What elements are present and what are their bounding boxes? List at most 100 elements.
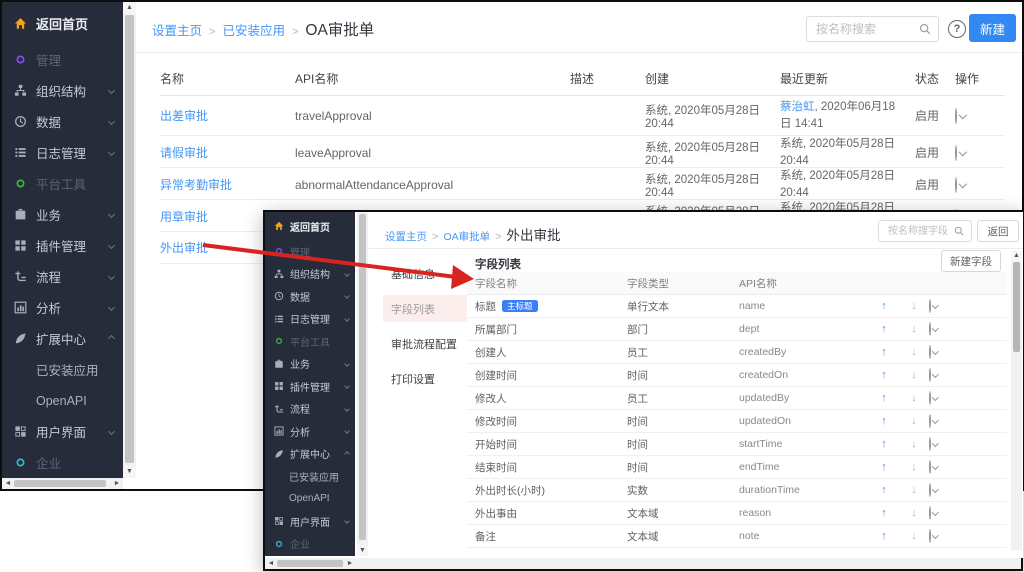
- move-down-icon[interactable]: ↓: [899, 323, 929, 335]
- scrollbar-thumb[interactable]: [14, 480, 106, 487]
- sidebar-subitem[interactable]: 已安装应用: [265, 465, 355, 488]
- move-down-icon[interactable]: ↓: [899, 530, 929, 542]
- sidebar-item-plugin-grid[interactable]: 插件管理: [265, 375, 355, 398]
- fields-vertical-scrollbar[interactable]: ▲: [1011, 250, 1022, 550]
- sidebar-item-chart[interactable]: 分析: [265, 420, 355, 443]
- more-actions-icon[interactable]: [929, 483, 931, 497]
- breadcrumb-link[interactable]: 设置主页: [385, 229, 427, 244]
- sidebar-item-flow[interactable]: 流程: [2, 261, 123, 292]
- move-up-icon[interactable]: ↑: [869, 346, 899, 358]
- more-actions-icon[interactable]: [955, 177, 957, 193]
- scroll-down-arrow-icon[interactable]: ▼: [357, 545, 368, 556]
- help-icon[interactable]: ?: [948, 20, 966, 38]
- move-up-icon[interactable]: ↑: [869, 438, 899, 450]
- move-down-icon[interactable]: ↓: [899, 300, 929, 312]
- sidebar-item-ui-grid[interactable]: 用户界面: [265, 510, 355, 533]
- move-down-icon[interactable]: ↓: [899, 346, 929, 358]
- move-down-icon[interactable]: ↓: [899, 392, 929, 404]
- scroll-up-arrow-icon[interactable]: ▲: [1011, 250, 1022, 261]
- sidebar-item-log-list[interactable]: 日志管理: [2, 137, 123, 168]
- move-up-icon[interactable]: ↑: [869, 392, 899, 404]
- sidebar-item-extension[interactable]: 扩展中心: [2, 323, 123, 354]
- sidebar-item-ring-purple[interactable]: 管理: [2, 44, 123, 75]
- sidebar-home-link[interactable]: 返回首页: [2, 2, 123, 44]
- sidebar-item-ui-grid[interactable]: 用户界面: [2, 416, 123, 447]
- more-actions-icon[interactable]: [929, 460, 931, 474]
- more-actions-icon[interactable]: [929, 437, 931, 451]
- menu-item-approval-flow-config[interactable]: 审批流程配置: [383, 330, 467, 357]
- move-up-icon[interactable]: ↑: [869, 530, 899, 542]
- form-name-link[interactable]: 出差审批: [160, 107, 295, 124]
- sidebar-item-org-tree[interactable]: 组织结构: [265, 263, 355, 286]
- scrollbar-thumb[interactable]: [277, 560, 343, 567]
- scroll-left-arrow-icon[interactable]: ◄: [2, 478, 14, 489]
- form-name-link[interactable]: 请假审批: [160, 144, 295, 161]
- scroll-down-arrow-icon[interactable]: ▼: [123, 466, 136, 478]
- sidebar-item-briefcase[interactable]: 业务: [2, 199, 123, 230]
- move-down-icon[interactable]: ↓: [899, 484, 929, 496]
- field-search-input[interactable]: [886, 225, 954, 238]
- move-down-icon[interactable]: ↓: [899, 461, 929, 473]
- sidebar-item-ring-green[interactable]: 平台工具: [265, 330, 355, 353]
- sidebar-item-ring-purple[interactable]: 管理: [265, 240, 355, 263]
- more-actions-icon[interactable]: [929, 391, 931, 405]
- sidebar-item-ring-teal[interactable]: 企业: [265, 533, 355, 556]
- more-actions-icon[interactable]: [929, 345, 931, 359]
- scroll-right-arrow-icon[interactable]: ►: [111, 478, 123, 489]
- sidebar-subitem[interactable]: 已安装应用: [2, 354, 123, 385]
- new-field-button[interactable]: 新建字段: [941, 250, 1001, 272]
- move-up-icon[interactable]: ↑: [869, 300, 899, 312]
- scroll-left-arrow-icon[interactable]: ◄: [265, 558, 277, 569]
- sidebar-item-clock[interactable]: 数据: [2, 106, 123, 137]
- sidebar-item-ring-teal[interactable]: 企业: [2, 447, 123, 478]
- scroll-up-arrow-icon[interactable]: ▲: [123, 2, 136, 14]
- move-up-icon[interactable]: ↑: [869, 323, 899, 335]
- scrollbar-thumb[interactable]: [1013, 262, 1020, 352]
- move-up-icon[interactable]: ↑: [869, 507, 899, 519]
- sidebar-item-flow[interactable]: 流程: [265, 398, 355, 421]
- updater-link[interactable]: 蔡治虹: [780, 101, 815, 113]
- move-up-icon[interactable]: ↑: [869, 461, 899, 473]
- move-up-icon[interactable]: ↑: [869, 369, 899, 381]
- more-actions-icon[interactable]: [929, 368, 931, 382]
- move-down-icon[interactable]: ↓: [899, 438, 929, 450]
- more-actions-icon[interactable]: [955, 108, 957, 124]
- menu-item-field-list[interactable]: 字段列表: [383, 295, 467, 322]
- sidebar-item-clock[interactable]: 数据: [265, 285, 355, 308]
- move-down-icon[interactable]: ↓: [899, 507, 929, 519]
- more-actions-icon[interactable]: [929, 529, 931, 543]
- sidebar-item-extension[interactable]: 扩展中心: [265, 443, 355, 466]
- move-up-icon[interactable]: ↑: [869, 415, 899, 427]
- scrollbar-thumb[interactable]: [125, 15, 134, 463]
- more-actions-icon[interactable]: [929, 299, 931, 313]
- breadcrumb-link[interactable]: 已安装应用: [222, 20, 285, 39]
- more-actions-icon[interactable]: [929, 322, 931, 336]
- detail-horizontal-scrollbar[interactable]: ◄ ►: [265, 558, 1021, 569]
- menu-item-basic-info[interactable]: 基础信息: [383, 260, 467, 287]
- sidebar-item-log-list[interactable]: 日志管理: [265, 308, 355, 331]
- detail-sidebar-vertical-scrollbar[interactable]: ▼: [357, 212, 368, 556]
- create-button[interactable]: 新建: [969, 14, 1016, 42]
- move-up-icon[interactable]: ↑: [869, 484, 899, 496]
- sidebar-item-chart[interactable]: 分析: [2, 292, 123, 323]
- more-actions-icon[interactable]: [929, 414, 931, 428]
- more-actions-icon[interactable]: [955, 145, 957, 161]
- move-down-icon[interactable]: ↓: [899, 369, 929, 381]
- menu-item-print-settings[interactable]: 打印设置: [383, 365, 467, 392]
- breadcrumb-link[interactable]: 设置主页: [152, 20, 202, 39]
- sidebar-item-org-tree[interactable]: 组织结构: [2, 75, 123, 106]
- main-sidebar-horizontal-scrollbar[interactable]: ◄ ►: [2, 478, 123, 489]
- sidebar-subitem[interactable]: OpenAPI: [265, 488, 355, 511]
- more-actions-icon[interactable]: [929, 506, 931, 520]
- sidebar-item-ring-green[interactable]: 平台工具: [2, 168, 123, 199]
- scroll-right-arrow-icon[interactable]: ►: [344, 558, 356, 569]
- back-button[interactable]: 返回: [977, 220, 1019, 242]
- move-down-icon[interactable]: ↓: [899, 415, 929, 427]
- breadcrumb-link[interactable]: OA审批单: [443, 229, 490, 244]
- main-sidebar-vertical-scrollbar[interactable]: ▲ ▼: [123, 2, 136, 478]
- form-name-link[interactable]: 异常考勤审批: [160, 176, 295, 193]
- scrollbar-thumb[interactable]: [359, 214, 366, 540]
- sidebar-item-plugin-grid[interactable]: 插件管理: [2, 230, 123, 261]
- sidebar-subitem[interactable]: OpenAPI: [2, 385, 123, 416]
- search-input[interactable]: [814, 21, 919, 37]
